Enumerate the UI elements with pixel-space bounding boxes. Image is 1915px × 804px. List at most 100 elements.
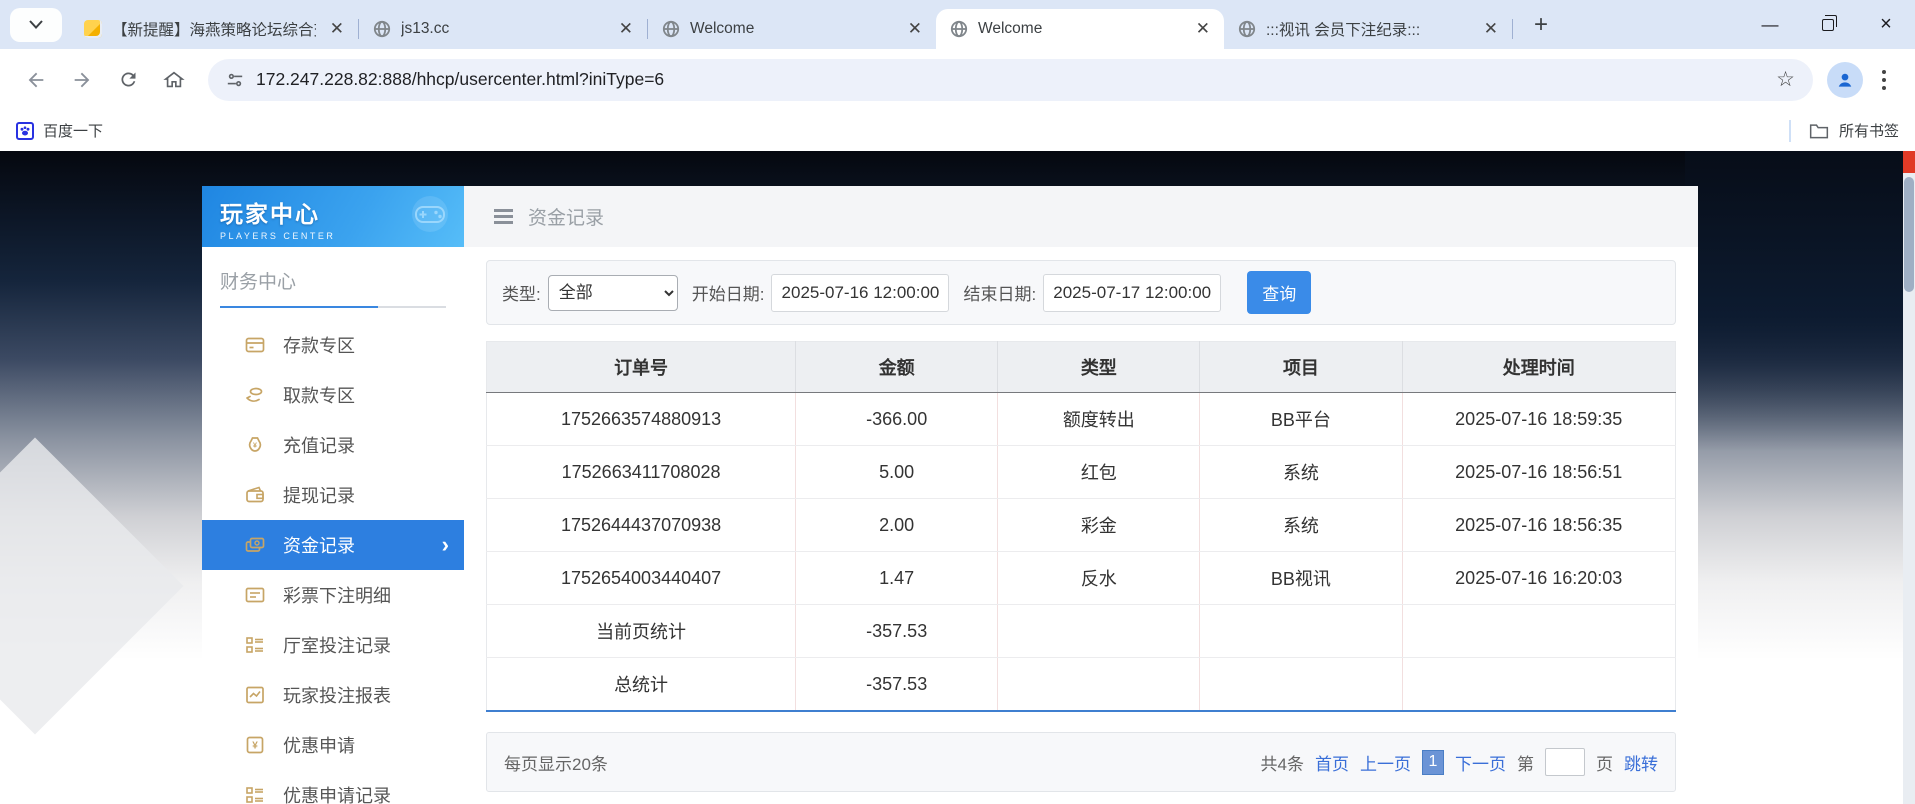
tab-separator (1512, 19, 1513, 39)
folder-icon (1809, 122, 1829, 140)
minimize-button[interactable]: — (1741, 0, 1799, 49)
wallet-icon (244, 484, 266, 506)
browser-toolbar: 172.247.228.82:888/hhcp/usercenter.html?… (0, 49, 1915, 110)
end-date-input[interactable] (1043, 274, 1221, 312)
tab-js13[interactable]: js13.cc ✕ (359, 9, 647, 49)
sidebar-item-label: 优惠申请记录 (283, 782, 391, 804)
search-button[interactable]: 查询 (1247, 271, 1311, 314)
type-label: 类型: (502, 280, 541, 305)
sidebar-item-label: 玩家投注报表 (283, 682, 391, 708)
tab-search-button[interactable] (10, 8, 62, 42)
tab-close-icon[interactable]: ✕ (1192, 19, 1214, 39)
tab-close-icon[interactable]: ✕ (1480, 19, 1502, 39)
page-viewport: 玩家中心 PLAYERS CENTER 财务中心 存款专区 取款 (0, 151, 1915, 804)
cell-project: 系统 (1200, 446, 1402, 499)
browser-menu-button[interactable] (1869, 60, 1899, 100)
tab-close-icon[interactable]: ✕ (615, 19, 637, 39)
page-scrollbar[interactable] (1903, 151, 1915, 804)
funds-table: 订单号 金额 类型 项目 处理时间 1752663574880913 -366.… (486, 341, 1676, 712)
sidebar-item-label: 彩票下注明细 (283, 582, 391, 608)
bookmark-baidu[interactable]: 百度一下 (16, 120, 103, 141)
sidebar-item-promo-apply[interactable]: ¥ 优惠申请 (202, 720, 464, 770)
sidebar-menu: 存款专区 取款专区 ¥ 充值记录 提现记录 资金记录 › (202, 320, 464, 804)
first-page-link[interactable]: 首页 (1315, 750, 1349, 775)
all-bookmarks[interactable]: 所有书签 (1789, 120, 1899, 142)
home-button[interactable] (154, 60, 194, 100)
tab-title: Welcome (978, 20, 1182, 38)
tab-forum[interactable]: 【新提醒】海燕策略论坛综合交 ✕ (70, 9, 358, 49)
prev-page-link[interactable]: 上一页 (1360, 750, 1411, 775)
tab-video-records[interactable]: :::视讯 会员下注纪录::: ✕ (1224, 9, 1512, 49)
sidebar-item-recharge-records[interactable]: ¥ 充值记录 (202, 420, 464, 470)
filter-bar: 类型: 全部 开始日期: 结束日期: 查询 (486, 260, 1676, 325)
cell-type: 红包 (998, 446, 1200, 499)
cell-type: 反水 (998, 552, 1200, 605)
bookmark-star-icon[interactable]: ☆ (1776, 67, 1795, 92)
start-date-input[interactable] (771, 274, 949, 312)
main-panel: 资金记录 类型: 全部 开始日期: 结束日期: 查询 (464, 186, 1698, 804)
scrollbar-thumb[interactable] (1904, 177, 1914, 292)
page-jump-input[interactable] (1545, 748, 1585, 776)
bookmarks-bar: 百度一下 所有书签 (0, 110, 1915, 151)
table-header-row: 订单号 金额 类型 项目 处理时间 (487, 342, 1676, 393)
jump-link[interactable]: 跳转 (1624, 750, 1658, 775)
jump-prefix-label: 第 (1517, 750, 1534, 775)
cell-page-total-amount: -357.53 (796, 605, 998, 658)
table-row: 1752644437070938 2.00 彩金 系统 2025-07-16 1… (487, 499, 1676, 552)
current-page-badge[interactable]: 1 (1422, 750, 1444, 775)
all-bookmarks-label: 所有书签 (1839, 120, 1899, 141)
cell-empty (1200, 658, 1402, 712)
bookmark-label: 百度一下 (43, 120, 103, 141)
cell-order-id: 1752654003440407 (487, 552, 796, 605)
sidebar-item-withdrawal-records[interactable]: 提现记录 (202, 470, 464, 520)
reload-button[interactable] (108, 60, 148, 100)
report-chart-icon (244, 684, 266, 706)
globe-favicon (373, 20, 391, 38)
cell-amount: 1.47 (796, 552, 998, 605)
sidebar-item-lottery-bet-details[interactable]: 彩票下注明细 (202, 570, 464, 620)
restore-icon (1822, 19, 1834, 31)
sidebar-item-label: 提现记录 (283, 482, 355, 508)
sidebar-item-funds-records[interactable]: 资金记录 › (202, 520, 464, 570)
profile-avatar[interactable] (1827, 62, 1863, 98)
globe-favicon (950, 20, 968, 38)
sidebar-item-hall-bet-records[interactable]: 厅室投注记录 (202, 620, 464, 670)
browser-window: 【新提醒】海燕策略论坛综合交 ✕ js13.cc ✕ Welcome ✕ Wel… (0, 0, 1915, 804)
restore-button[interactable] (1799, 0, 1857, 49)
col-type: 类型 (998, 342, 1200, 393)
tab-welcome-1[interactable]: Welcome ✕ (648, 9, 936, 49)
address-bar[interactable]: 172.247.228.82:888/hhcp/usercenter.html?… (208, 59, 1813, 101)
tab-close-icon[interactable]: ✕ (326, 19, 348, 39)
type-select[interactable]: 全部 (548, 275, 678, 311)
tab-title: Welcome (690, 20, 894, 38)
cell-amount: 5.00 (796, 446, 998, 499)
tab-strip: 【新提醒】海燕策略论坛综合交 ✕ js13.cc ✕ Welcome ✕ Wel… (0, 0, 1915, 49)
chevron-down-icon (29, 20, 43, 29)
cell-process-time: 2025-07-16 16:20:03 (1402, 552, 1676, 605)
sidebar: 玩家中心 PLAYERS CENTER 财务中心 存款专区 取款 (202, 186, 464, 804)
sidebar-item-deposit-zone[interactable]: 存款专区 (202, 320, 464, 370)
hamburger-menu-icon[interactable] (494, 209, 513, 224)
sidebar-item-label: 取款专区 (283, 382, 355, 408)
cell-empty (998, 658, 1200, 712)
chevron-right-icon: › (442, 532, 449, 558)
sidebar-item-promo-apply-records[interactable]: 优惠申请记录 (202, 770, 464, 804)
sidebar-item-player-bet-report[interactable]: 玩家投注报表 (202, 670, 464, 720)
sidebar-item-label: 资金记录 (283, 532, 355, 558)
back-button[interactable] (16, 60, 56, 100)
sidebar-item-withdraw-zone[interactable]: 取款专区 (202, 370, 464, 420)
tab-title: :::视讯 会员下注纪录::: (1266, 18, 1470, 40)
next-page-link[interactable]: 下一页 (1455, 750, 1506, 775)
background-shape (0, 438, 183, 735)
cell-page-total-label: 当前页统计 (487, 605, 796, 658)
tab-title: js13.cc (401, 20, 605, 38)
close-window-button[interactable]: × (1857, 0, 1915, 49)
tab-welcome-active[interactable]: Welcome ✕ (936, 9, 1224, 49)
table-row: 1752654003440407 1.47 反水 BB视讯 2025-07-16… (487, 552, 1676, 605)
new-tab-button[interactable]: + (1523, 11, 1559, 39)
forward-button[interactable] (62, 60, 102, 100)
tab-close-icon[interactable]: ✕ (904, 19, 926, 39)
col-amount: 金额 (796, 342, 998, 393)
svg-text:¥: ¥ (253, 443, 257, 450)
sidebar-section-underline (220, 306, 446, 308)
